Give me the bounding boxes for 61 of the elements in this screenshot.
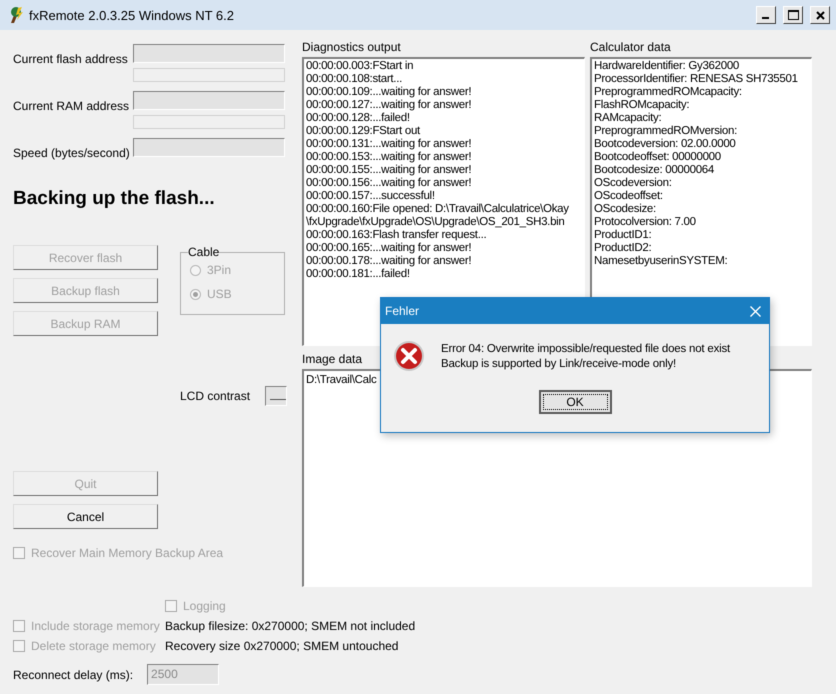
panel-title: Image data bbox=[302, 352, 362, 366]
log-line: 00:00:00.157:...successful! bbox=[306, 190, 436, 203]
field-label: Current RAM address bbox=[13, 98, 130, 113]
info-line: HardwareIdentifier: Gy362000 bbox=[594, 60, 740, 73]
file-path: D:\Travail\Calc bbox=[306, 374, 376, 387]
field-label: Speed (bytes/second) bbox=[13, 145, 131, 160]
window-title: fxRemote 2.0.3.25 Windows NT 6.2 bbox=[29, 8, 235, 22]
group-title: Cable bbox=[188, 245, 220, 259]
log-line: 00:00:00.165:...waiting for answer! bbox=[306, 242, 472, 255]
field-label: Reconnect delay (ms): bbox=[13, 668, 134, 682]
maximize-icon bbox=[788, 10, 798, 20]
error-message: Error 04: Overwrite impossible/requested file does not exist bbox=[441, 342, 730, 357]
log-line: 00:00:00.153:...waiting for answer! bbox=[306, 151, 472, 164]
log-line: 00:00:00.160:File opened: D:\Travail\Calculatrice\Okay bbox=[306, 203, 570, 216]
info-line: ProcessorIdentifier: RENESAS SH735501 bbox=[594, 73, 799, 86]
size-info: Backup filesize: 0x270000; SMEM not included bbox=[165, 619, 416, 633]
log-line: 00:00:00.155:...waiting for answer! bbox=[306, 164, 472, 177]
ok-button[interactable]: OK bbox=[538, 390, 612, 414]
log-line: 00:00:00.163:Flash transfer request... bbox=[306, 229, 488, 242]
log-line: 00:00:00.178:...waiting for answer! bbox=[306, 255, 472, 268]
log-line: \fxUpgrade\fxUpgrade\OS\Upgrade\OS_201_SH3.bin bbox=[306, 216, 566, 229]
info-line: PreprogrammedROMcapacity: bbox=[594, 86, 743, 99]
info-line: OScodeversion: bbox=[594, 177, 673, 190]
action-button[interactable]: Cancel bbox=[13, 504, 158, 529]
close-button[interactable] bbox=[810, 6, 830, 24]
dialog-title: Fehler bbox=[385, 304, 420, 318]
panel-title: Diagnostics output bbox=[302, 40, 401, 54]
info-line: Bootcodesize: 00000064 bbox=[594, 164, 716, 177]
info-line: ProductID2: bbox=[594, 242, 652, 255]
error-message: Backup is supported by Link/receive-mode only! bbox=[441, 357, 676, 372]
close-icon[interactable] bbox=[750, 306, 761, 316]
contrast-field[interactable] bbox=[265, 386, 288, 406]
log-line: 00:00:00.127:...waiting for answer! bbox=[306, 99, 472, 112]
status-heading: Backing up the flash... bbox=[13, 188, 216, 210]
log-line: 00:00:00.156:...waiting for answer! bbox=[306, 177, 472, 190]
info-line: Protocolversion: 7.00 bbox=[594, 216, 697, 229]
log-line: 00:00:00.108:start... bbox=[306, 73, 403, 86]
error-icon bbox=[393, 340, 425, 372]
info-line: OScodeoffset: bbox=[594, 190, 664, 203]
log-line: 00:00:00.109:...waiting for answer! bbox=[306, 86, 472, 99]
info-line: PreprogrammedROMversion: bbox=[594, 125, 738, 138]
log-line: 00:00:00.129:FStart out bbox=[306, 125, 422, 138]
field-label: Current flash address bbox=[13, 51, 129, 66]
info-line: Bootcodeoffset: 00000000 bbox=[594, 151, 722, 164]
info-line: Bootcodeversion: 02.00.0000 bbox=[594, 138, 737, 151]
info-line: OScodesize: bbox=[594, 203, 657, 216]
field-label: LCD contrast bbox=[180, 389, 250, 403]
app-icon bbox=[8, 6, 24, 24]
info-line: RAMcapacity: bbox=[594, 112, 662, 125]
log-line: 00:00:00.131:...waiting for answer! bbox=[306, 138, 472, 151]
maximize-button[interactable] bbox=[783, 6, 803, 24]
log-line: 00:00:00.128:...failed! bbox=[306, 112, 411, 125]
info-line: ProductID1: bbox=[594, 229, 652, 242]
info-line: FlashROMcapacity: bbox=[594, 99, 690, 112]
panel-title: Calculator data bbox=[590, 40, 671, 54]
log-line: 00:00:00.181:...failed! bbox=[306, 268, 411, 281]
minimize-button[interactable] bbox=[756, 6, 776, 24]
log-line: 00:00:00.003:FStart in bbox=[306, 60, 414, 73]
close-icon bbox=[816, 10, 824, 20]
info-line: NamesetbyuserinSYSTEM: bbox=[594, 255, 728, 268]
size-info: Recovery size 0x270000; SMEM untouched bbox=[165, 639, 400, 653]
